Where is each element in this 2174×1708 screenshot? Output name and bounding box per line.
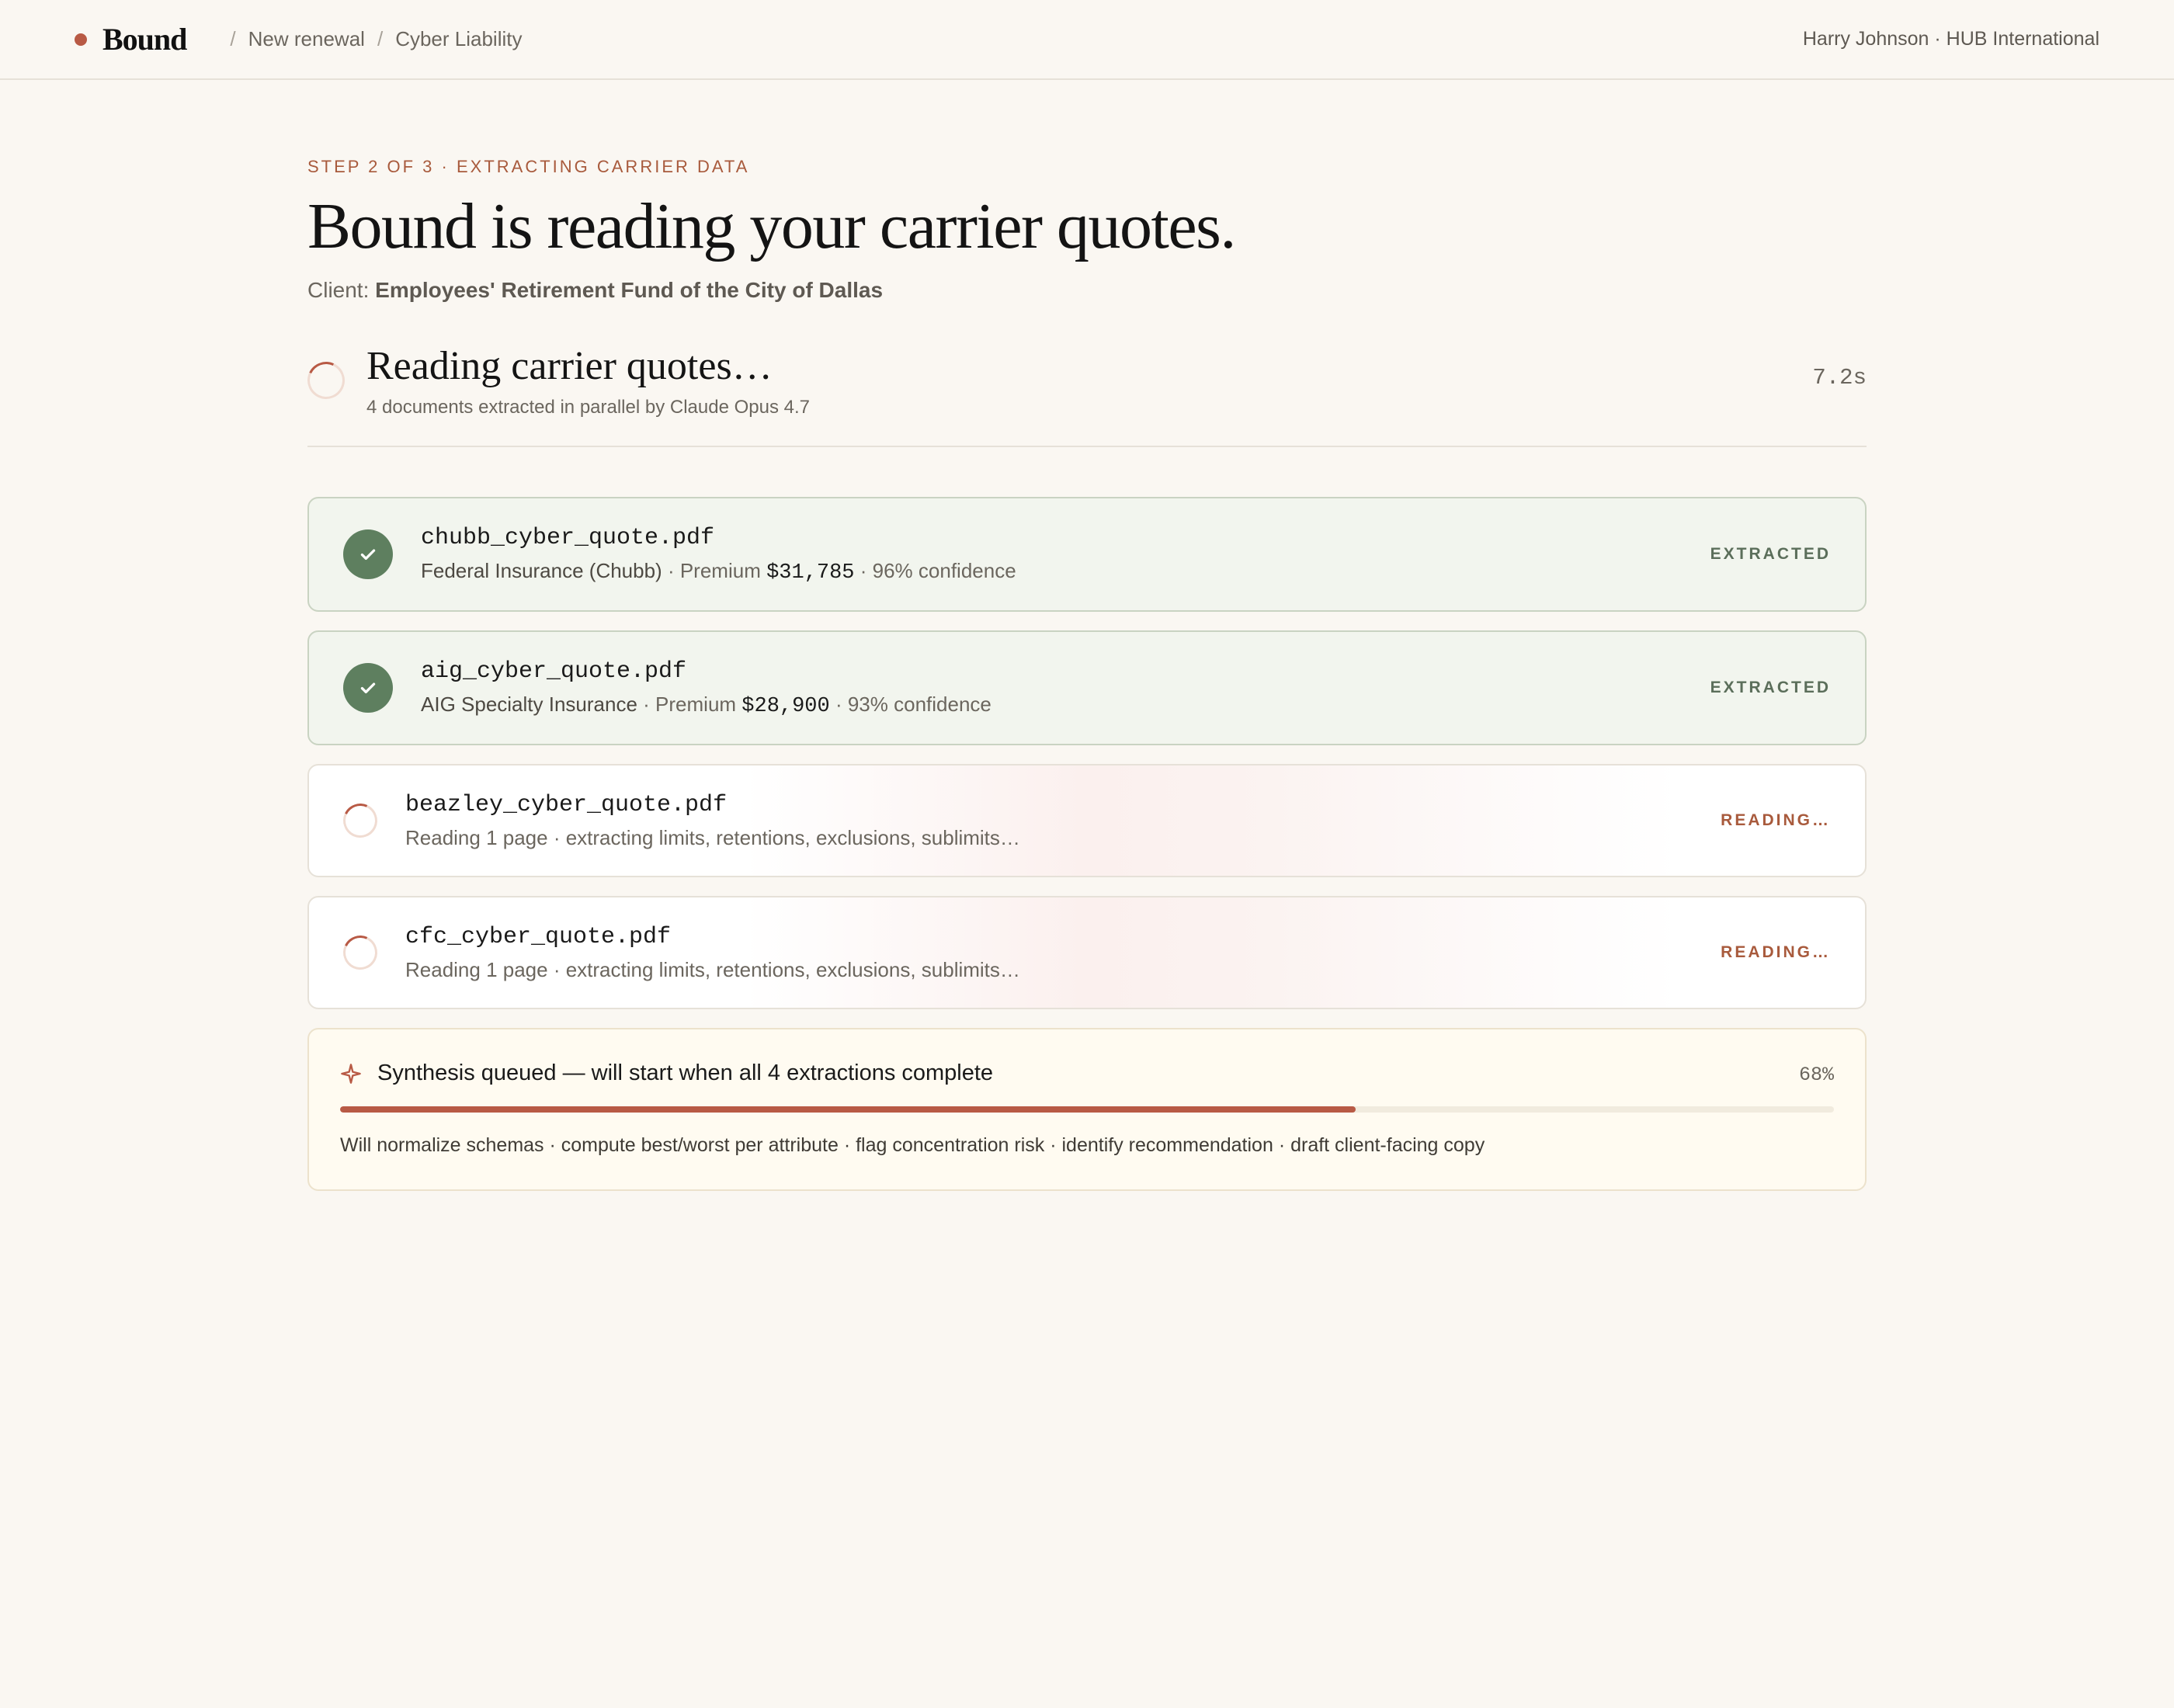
document-filename: beazley_cyber_quote.pdf bbox=[405, 791, 728, 818]
elapsed-timer: 7.2s bbox=[1812, 365, 1867, 391]
carrier-name: AIG Specialty Insurance bbox=[421, 692, 637, 716]
document-card-cfc[interactable]: cfc_cyber_quote.pdf Reading 1 page · ext… bbox=[307, 896, 1867, 1010]
document-progress-detail: Reading 1 page · extracting limits, rete… bbox=[405, 825, 1020, 849]
main-content: STEP 2 OF 3 · EXTRACTING CARRIER DATA Bo… bbox=[302, 80, 1867, 1192]
premium-label: Premium bbox=[655, 692, 737, 716]
user-account[interactable]: Harry Johnson · HUB International bbox=[1803, 28, 2099, 50]
document-filename: cfc_cyber_quote.pdf bbox=[405, 923, 672, 950]
client-label: Client: bbox=[307, 278, 370, 303]
document-filename: aig_cyber_quote.pdf bbox=[421, 658, 687, 685]
premium-value: $28,900 bbox=[741, 694, 830, 718]
brand-dot-icon bbox=[75, 33, 87, 46]
premium-label: Premium bbox=[679, 558, 761, 582]
loading-spinner-icon bbox=[338, 930, 383, 975]
breadcrumb-cyber-liability[interactable]: Cyber Liability bbox=[395, 27, 522, 51]
check-icon bbox=[343, 529, 393, 580]
confidence: 93% confidence bbox=[847, 692, 991, 716]
sparkle-icon bbox=[341, 1063, 361, 1084]
status-badge: EXTRACTED bbox=[1710, 679, 1831, 697]
synthesis-panel: Synthesis queued — will start when all 4… bbox=[307, 1028, 1867, 1192]
synthesis-title: Synthesis queued — will start when all 4… bbox=[377, 1061, 994, 1086]
brand-logo[interactable]: Bound bbox=[102, 21, 187, 57]
breadcrumb-new-renewal[interactable]: New renewal bbox=[248, 27, 365, 51]
premium-value: $31,785 bbox=[766, 561, 855, 585]
document-list: chubb_cyber_quote.pdf Federal Insurance … bbox=[307, 497, 1867, 1010]
status-badge: READING… bbox=[1721, 943, 1831, 962]
status-subtitle: 4 documents extracted in parallel by Cla… bbox=[366, 397, 810, 418]
check-icon bbox=[343, 663, 393, 713]
top-bar: Bound / New renewal / Cyber Liability Ha… bbox=[0, 0, 2174, 80]
breadcrumb: / New renewal / Cyber Liability bbox=[230, 27, 523, 51]
document-card-aig[interactable]: aig_cyber_quote.pdf AIG Specialty Insura… bbox=[307, 630, 1867, 746]
status-badge: EXTRACTED bbox=[1710, 545, 1831, 564]
synthesis-description: Will normalize schemas · compute best/wo… bbox=[340, 1134, 1485, 1157]
client-name: Employees' Retirement Fund of the City o… bbox=[375, 278, 884, 303]
step-indicator: STEP 2 OF 3 · EXTRACTING CARRIER DATA bbox=[307, 157, 750, 176]
status-header: Reading carrier quotes… 4 documents extr… bbox=[302, 343, 1867, 448]
document-meta: Federal Insurance (Chubb) · Premium $31,… bbox=[421, 558, 1016, 585]
synthesis-progress-bar bbox=[340, 1106, 1834, 1113]
status-badge: READING… bbox=[1721, 811, 1831, 830]
confidence: 96% confidence bbox=[872, 558, 1016, 582]
client-line: Client: Employees' Retirement Fund of th… bbox=[307, 278, 1867, 303]
page-title: Bound is reading your carrier quotes. bbox=[307, 190, 1236, 262]
synthesis-percent: 68% bbox=[1798, 1064, 1834, 1087]
carrier-name: Federal Insurance (Chubb) bbox=[421, 558, 662, 582]
document-filename: chubb_cyber_quote.pdf bbox=[421, 524, 715, 551]
document-card-beazley[interactable]: beazley_cyber_quote.pdf Reading 1 page ·… bbox=[307, 764, 1867, 878]
document-progress-detail: Reading 1 page · extracting limits, rete… bbox=[405, 957, 1020, 981]
loading-spinner-icon bbox=[302, 356, 350, 404]
status-title: Reading carrier quotes… bbox=[366, 344, 773, 389]
synthesis-progress-fill bbox=[340, 1106, 1356, 1113]
loading-spinner-icon bbox=[338, 798, 383, 843]
document-card-chubb[interactable]: chubb_cyber_quote.pdf Federal Insurance … bbox=[307, 497, 1867, 613]
document-meta: AIG Specialty Insurance · Premium $28,90… bbox=[421, 692, 991, 718]
